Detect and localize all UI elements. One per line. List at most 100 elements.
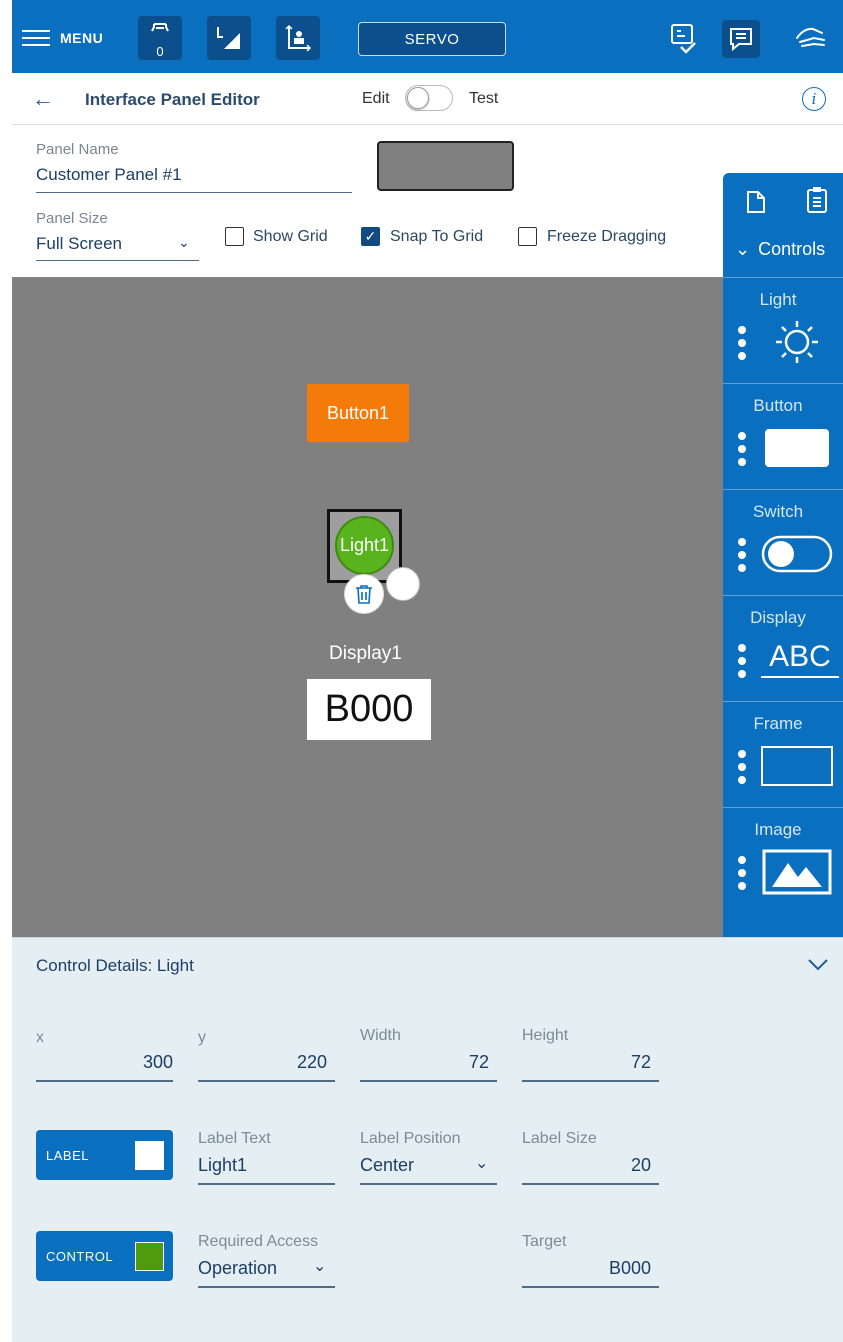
trash-icon — [356, 585, 372, 604]
label-text-underline — [198, 1183, 335, 1185]
y-input[interactable]: 220 — [198, 1052, 327, 1073]
gripper-button[interactable]: 0 — [138, 16, 182, 60]
angle-button[interactable] — [207, 16, 251, 60]
back-arrow-icon[interactable]: ← — [32, 86, 54, 112]
abc-text-icon: ABC — [761, 638, 839, 678]
app-root: MENU 0 SERVO ← Interface Panel Editor Ed… — [0, 0, 843, 1342]
x-input[interactable]: 300 — [36, 1052, 173, 1073]
label-position-label: Label Position — [360, 1130, 461, 1147]
info-icon[interactable]: i — [802, 87, 826, 111]
abc-glyph-text: ABC — [769, 640, 831, 673]
snap-to-grid-label: Snap To Grid — [390, 228, 484, 245]
width-input[interactable]: 72 — [360, 1052, 489, 1073]
label-color-swatch — [135, 1141, 164, 1170]
canvas-display1[interactable]: B000 — [307, 679, 431, 740]
panel-color-swatch[interactable] — [377, 141, 514, 191]
angle-icon — [217, 27, 240, 49]
snap-to-grid-checkbox[interactable]: ✓ — [361, 227, 380, 246]
checklist-button[interactable] — [664, 20, 702, 58]
required-access-label: Required Access — [198, 1233, 319, 1250]
control-item-display[interactable]: Display ABC — [723, 595, 843, 701]
freeze-dragging-checkbox[interactable] — [518, 227, 537, 246]
drag-handle-icon[interactable] — [738, 856, 746, 895]
chevron-down-icon[interactable]: ⌄ — [178, 234, 190, 251]
delete-control-button[interactable] — [344, 574, 384, 614]
drag-handle-icon[interactable] — [738, 432, 746, 471]
message-button[interactable] — [722, 20, 760, 58]
menu-label: MENU — [60, 30, 104, 46]
control-color-button[interactable]: CONTROL — [36, 1231, 173, 1281]
toggle-knob — [407, 87, 429, 109]
chevron-down-icon[interactable] — [806, 952, 830, 976]
required-access-select[interactable]: Operation — [198, 1258, 277, 1279]
frame-icon — [761, 744, 833, 788]
chevron-down-icon: ⌄ — [735, 239, 751, 259]
height-underline — [522, 1080, 659, 1082]
chevron-down-icon[interactable]: ⌄ — [313, 1256, 326, 1276]
panel-name-input[interactable]: Customer Panel #1 — [36, 165, 182, 185]
control-item-button[interactable]: Button — [723, 383, 843, 489]
control-details-panel: Control Details: Light x 300 y 220 Width… — [12, 937, 843, 1342]
x-label: x — [36, 1029, 44, 1046]
label-text-input[interactable]: Light1 — [198, 1155, 247, 1176]
canvas-button1[interactable]: Button1 — [307, 384, 409, 442]
control-color-swatch — [135, 1242, 164, 1271]
panel-tools — [723, 185, 843, 220]
height-input[interactable]: 72 — [522, 1052, 651, 1073]
control-item-switch[interactable]: Switch — [723, 489, 843, 595]
control-item-light[interactable]: Light — [723, 277, 843, 383]
y-underline — [198, 1080, 335, 1082]
drag-handle-icon[interactable] — [738, 538, 746, 577]
controls-panel: ⌄ Controls Light Button Switch Display A… — [723, 173, 843, 937]
drag-handle-icon[interactable] — [738, 644, 746, 683]
image-icon — [761, 849, 833, 895]
canvas-display1-label: Display1 — [329, 643, 402, 664]
coordinate-button[interactable] — [276, 16, 320, 60]
edit-test-toggle[interactable] — [405, 85, 453, 111]
label-position-underline — [360, 1183, 497, 1185]
message-icon — [730, 28, 752, 52]
gripper-count: 0 — [156, 44, 164, 59]
switch-icon — [761, 532, 833, 576]
chevron-down-icon[interactable]: ⌄ — [475, 1153, 488, 1173]
control-item-label: Button — [753, 396, 803, 415]
paste-icon[interactable] — [805, 185, 829, 215]
panel-size-label: Panel Size — [36, 210, 108, 227]
control-item-label: Display — [750, 608, 806, 627]
rotate-handle[interactable] — [386, 567, 420, 601]
target-label: Target — [522, 1233, 567, 1250]
control-pill-text: CONTROL — [46, 1248, 114, 1264]
checklist-icon — [671, 24, 696, 54]
control-item-image[interactable]: Image — [723, 807, 843, 913]
label-size-input[interactable]: 20 — [522, 1155, 651, 1176]
panel-canvas[interactable]: Button1 Light1 Display1 B000 — [12, 277, 723, 937]
copy-icon[interactable] — [745, 187, 769, 215]
required-access-underline — [198, 1286, 335, 1288]
servo-button[interactable]: SERVO — [358, 22, 506, 56]
label-color-button[interactable]: LABEL — [36, 1130, 173, 1180]
label-size-underline — [522, 1183, 659, 1185]
control-item-label: Switch — [752, 502, 804, 521]
page-title: Interface Panel Editor — [85, 90, 260, 109]
freeze-dragging-label: Freeze Dragging — [547, 228, 667, 245]
controls-header-label: Controls — [758, 239, 826, 259]
label-position-select[interactable]: Center — [360, 1155, 414, 1176]
panel-size-underline — [36, 260, 199, 261]
controls-collapse-header[interactable]: ⌄ Controls — [735, 239, 825, 260]
control-item-label: Light — [759, 290, 797, 309]
show-grid-checkbox[interactable] — [225, 227, 244, 246]
editor-header: ← Interface Panel Editor Edit Test i — [12, 73, 843, 125]
sun-icon — [761, 320, 833, 364]
drag-handle-icon[interactable] — [738, 326, 746, 365]
label-size-label: Label Size — [522, 1130, 597, 1147]
menu-button[interactable]: MENU — [22, 18, 103, 58]
drag-handle-icon[interactable] — [738, 750, 746, 789]
hand-button[interactable] — [792, 20, 830, 58]
target-underline — [522, 1286, 659, 1288]
control-item-frame[interactable]: Frame — [723, 701, 843, 807]
target-input[interactable]: B000 — [522, 1258, 651, 1279]
edit-mode-label: Edit — [362, 90, 390, 107]
panel-size-select[interactable]: Full Screen — [36, 234, 122, 254]
coordinate-icon — [285, 24, 312, 52]
control-item-label: Image — [754, 820, 802, 839]
